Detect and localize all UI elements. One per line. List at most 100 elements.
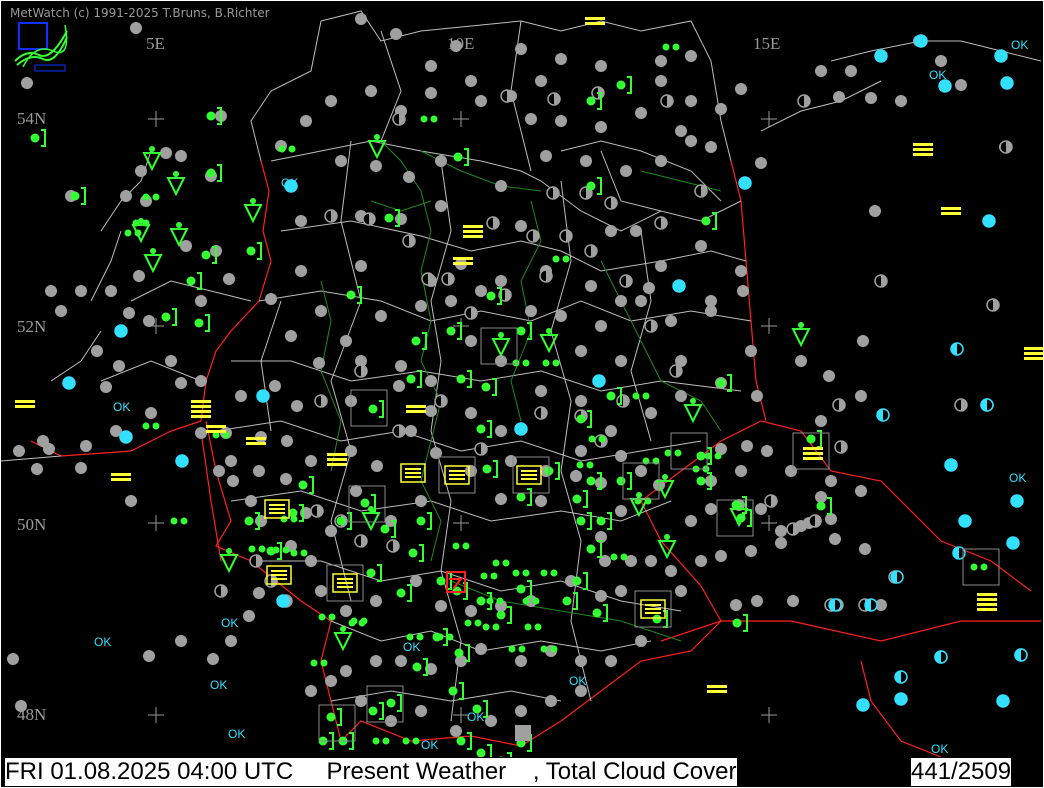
rain-symbol (194, 314, 210, 332)
broken-cloud-symbol (764, 494, 778, 508)
drizzle-symbol (540, 569, 558, 577)
drizzle-symbol (542, 359, 560, 367)
overcast-symbol (305, 685, 317, 697)
grid-cross (148, 707, 164, 723)
overcast-symbol (395, 213, 407, 225)
fog-symbol (264, 499, 290, 519)
drizzle-symbol (372, 737, 390, 745)
overcast-symbol (665, 315, 677, 327)
drizzle-symbol (420, 115, 438, 123)
weather-stations[interactable]: OKOKOKOKOKOKOKOKOKOKOKOKOKOK (7, 13, 1043, 757)
overcast-symbol (745, 345, 757, 357)
drizzle-symbol (512, 359, 530, 367)
overcast-symbol (755, 503, 767, 515)
clear-sky-symbol (256, 389, 270, 403)
weather-map[interactable]: OKOKOKOKOKOKOKOKOKOKOKOKOKOK (1, 1, 1043, 757)
overcast-symbol (655, 75, 667, 87)
overcast-symbol (475, 95, 487, 107)
fog-symbol (516, 465, 542, 485)
clear-sky-symbol (1010, 494, 1024, 508)
broken-cloud-symbol (392, 112, 406, 126)
overcast-symbol (223, 273, 235, 285)
overcast-symbol (675, 585, 687, 597)
overcast-symbol (833, 91, 845, 103)
overcast-symbol (415, 495, 427, 507)
cloud-cover-ok-label: OK (1011, 38, 1028, 52)
drizzle-symbol (482, 623, 500, 631)
cloud-cover-ok-label: OK (221, 616, 238, 630)
overcast-symbol (325, 675, 337, 687)
overcast-symbol (195, 427, 207, 439)
broken-cloud-symbol (694, 184, 708, 198)
broken-cloud-symbol (559, 229, 573, 243)
overcast-symbol (715, 550, 727, 562)
clear-sky-symbol (738, 176, 752, 190)
overcast-symbol (655, 55, 667, 67)
cloud-cover-ok-label: OK (1009, 471, 1026, 485)
rain-symbol (411, 332, 427, 350)
drizzle-symbol (524, 623, 542, 631)
overcast-symbol (37, 435, 49, 447)
overcast-symbol (393, 380, 405, 392)
overcast-symbol (615, 450, 627, 462)
overcast-symbol (855, 390, 867, 402)
overcast-symbol (227, 475, 239, 487)
overcast-symbol (315, 305, 327, 317)
drizzle-symbol (552, 255, 570, 263)
overcast-symbol (425, 375, 437, 387)
drizzle-symbol (142, 422, 160, 430)
overcast-symbol (737, 285, 749, 297)
overcast-symbol (465, 605, 477, 617)
overcast-symbol (665, 565, 677, 577)
overcast-symbol (495, 425, 507, 437)
rain-shower-symbol (491, 332, 511, 358)
cloud-cover-ok-label: OK (931, 742, 948, 756)
longitude-label-5e: 5E (146, 34, 165, 53)
overcast-symbol (350, 485, 362, 497)
rain-symbol (562, 592, 578, 610)
fog-symbol (977, 593, 997, 611)
overcast-symbol (515, 705, 527, 717)
overcast-symbol (655, 155, 667, 167)
fog-symbol (111, 473, 131, 481)
rain-symbol (516, 488, 532, 506)
clear-sky-symbol (994, 49, 1008, 63)
fog-symbol (803, 447, 823, 460)
overcast-symbol (735, 465, 747, 477)
overcast-symbol (685, 50, 697, 62)
broken-cloud-symbol (619, 274, 633, 288)
overcast-symbol (300, 115, 312, 127)
overcast-symbol (315, 585, 327, 597)
overcast-symbol (465, 407, 477, 419)
broken-cloud-symbol (486, 216, 500, 230)
overcast-symbol (595, 590, 607, 602)
clear-sky-symbol (914, 34, 928, 48)
overcast-symbol (390, 28, 402, 40)
partly-cloudy-symbol (828, 598, 842, 612)
app-credit: MetWatch (c) 1991-2025 T.Bruns, B.Richte… (10, 6, 270, 20)
overcast-symbol (143, 650, 155, 662)
overcast-symbol (645, 407, 657, 419)
rain-symbol (30, 129, 46, 147)
rain-shower-symbol (166, 171, 186, 197)
broken-cloud-symbol (386, 539, 400, 553)
rain-symbol (386, 694, 402, 712)
overcast-symbol (165, 355, 177, 367)
rain-symbol (482, 460, 498, 478)
overcast-symbol (31, 463, 43, 475)
overcast-symbol (145, 407, 157, 419)
drizzle-symbol (970, 563, 988, 571)
overcast-symbol (143, 315, 155, 327)
overcast-symbol (385, 715, 397, 727)
broken-cloud-symbol (441, 272, 455, 286)
overcast-symbol (595, 121, 607, 133)
broken-cloud-symbol (954, 398, 968, 412)
overcast-symbol (575, 655, 587, 667)
cloud-cover-ok-label: OK (569, 674, 586, 688)
overcast-symbol (207, 653, 219, 665)
overcast-symbol (935, 55, 947, 67)
overcast-symbol (475, 285, 487, 297)
overcast-symbol (855, 485, 867, 497)
overcast-symbol (829, 533, 841, 545)
overcast-symbol (371, 460, 383, 472)
